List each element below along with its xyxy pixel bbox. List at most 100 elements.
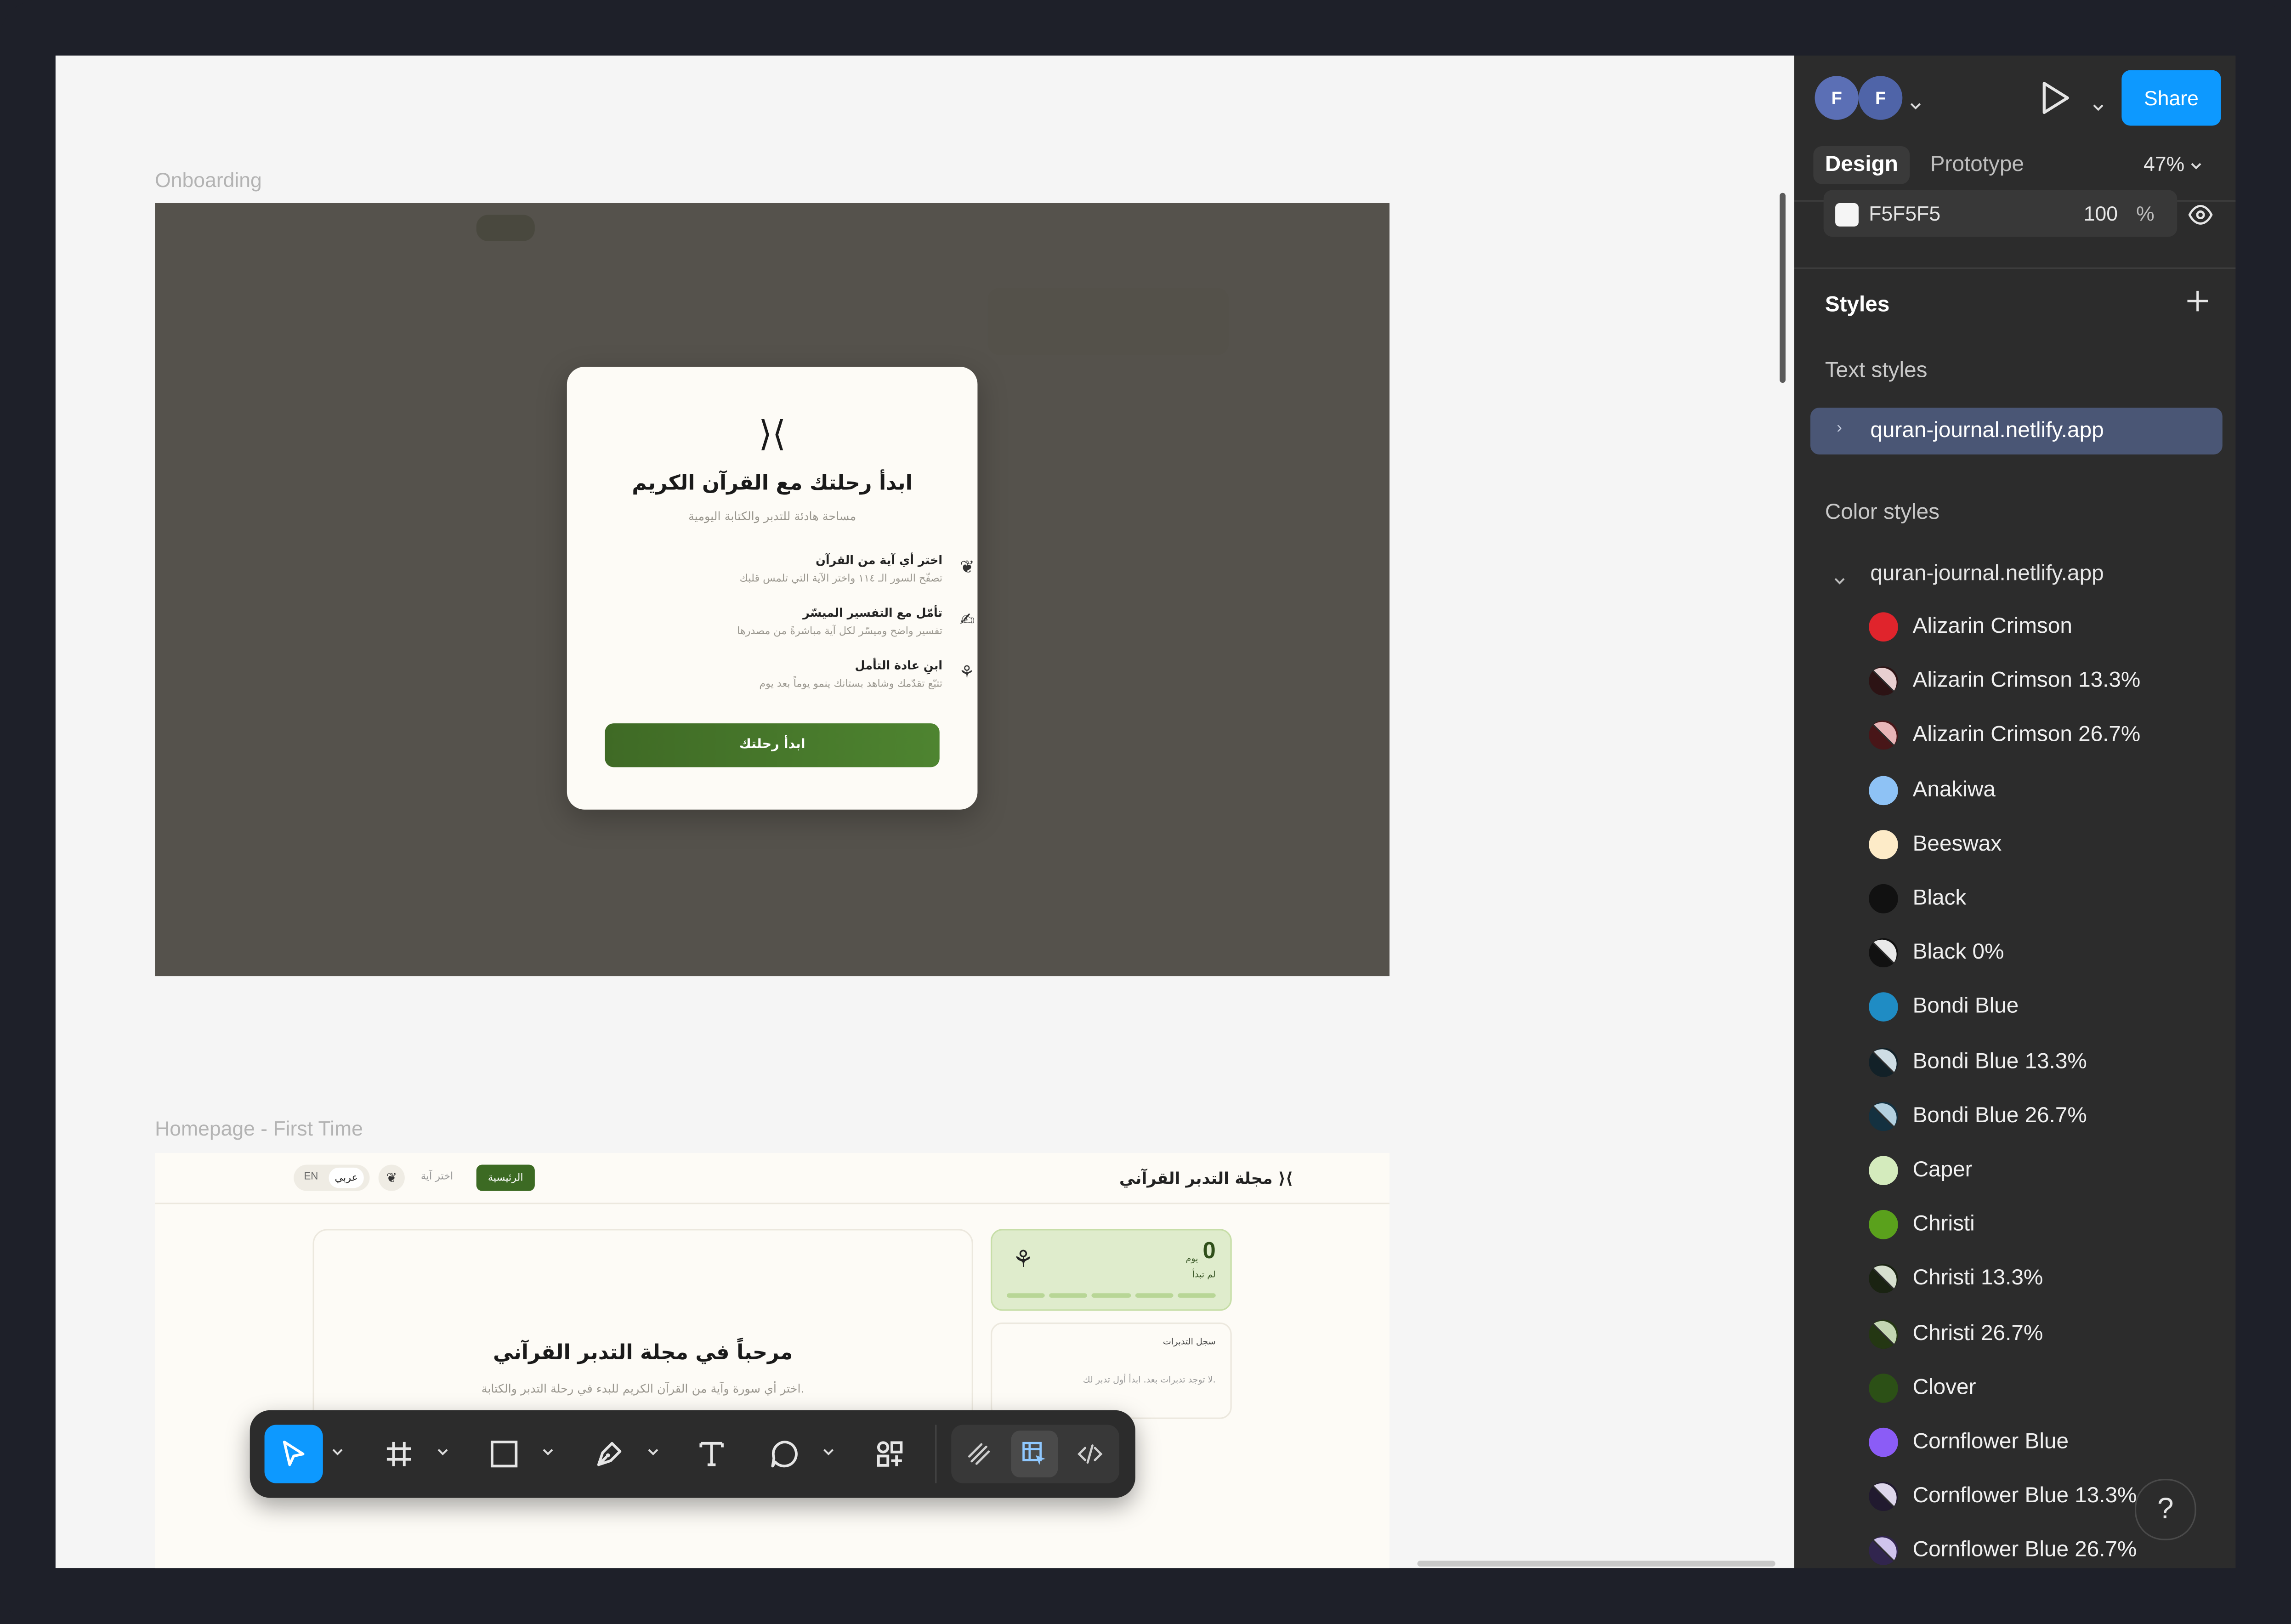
eye-icon[interactable] xyxy=(2186,202,2215,235)
color-style-library-name: quran-journal.netlify.app xyxy=(1870,561,2104,586)
chevron-down-icon[interactable] xyxy=(436,1445,450,1460)
canvas-vertical-scrollbar[interactable] xyxy=(1780,193,1786,383)
design-mode-icon[interactable] xyxy=(1011,1431,1058,1477)
start-journey-button[interactable]: ابدأ رحلتك xyxy=(605,723,940,767)
color-style-name: Alizarin Crimson xyxy=(1912,613,2072,639)
avatar[interactable]: F xyxy=(1858,76,1903,120)
frame-label-onboarding[interactable]: Onboarding xyxy=(155,168,262,192)
tab-design[interactable]: Design xyxy=(1813,146,1910,184)
welcome-subtitle: اختر أي سورة وآية من القرآن الكريم للبدء… xyxy=(481,1382,805,1396)
color-style-name: Caper xyxy=(1912,1157,1973,1182)
chevron-down-icon[interactable] xyxy=(330,1445,345,1460)
color-style-name: Alizarin Crimson 26.7% xyxy=(1912,722,2141,748)
avatar[interactable]: F xyxy=(1815,76,1859,120)
reflection-log-card: سجل التدبرات لا توجد تدبرات بعد. ابدأ أو… xyxy=(991,1322,1232,1419)
canvas-horizontal-scrollbar[interactable] xyxy=(1417,1561,1775,1567)
pen-tool-icon[interactable] xyxy=(580,1425,638,1483)
sprout-icon: ⚘ xyxy=(958,662,975,683)
frame-label-homepage[interactable]: Homepage - First Time xyxy=(155,1117,363,1140)
chevron-down-icon xyxy=(1834,567,1845,593)
figma-window: Onboarding ⟩⟨ ابدأ رحلتك مع القرآن الكري… xyxy=(0,0,2291,1624)
color-swatch xyxy=(1869,1427,1898,1457)
chevron-down-icon[interactable] xyxy=(1910,92,1921,118)
onboarding-modal: ⟩⟨ ابدأ رحلتك مع القرآن الكريم مساحة هاد… xyxy=(567,367,978,810)
leaf-icon: ❦ xyxy=(960,556,975,578)
present-play-icon[interactable] xyxy=(2040,80,2072,123)
color-style-name: Bondi Blue xyxy=(1912,994,2019,1019)
comment-tool-icon[interactable] xyxy=(755,1425,814,1483)
text-style-library-row[interactable]: › quran-journal.netlify.app xyxy=(1810,408,2223,454)
color-swatch xyxy=(1869,775,1898,805)
chevron-down-icon[interactable] xyxy=(541,1445,556,1460)
fill-opacity-unit: % xyxy=(2136,201,2155,225)
color-style-name: Christi 13.3% xyxy=(1912,1266,2043,1291)
leaf-icon[interactable]: ❦ xyxy=(378,1164,405,1191)
color-style-name: Cornflower Blue xyxy=(1912,1429,2069,1454)
tab-prototype[interactable]: Prototype xyxy=(1918,146,2036,184)
app-title: مجلة التدبر القرآني xyxy=(1119,1169,1273,1188)
language-toggle[interactable]: EN عربي xyxy=(294,1164,370,1191)
color-style-name: Bondi Blue 13.3% xyxy=(1912,1048,2087,1074)
text-style-library-name: quran-journal.netlify.app xyxy=(1870,418,2104,443)
streak-card: 0 يوم لم تبدأ ⚘ xyxy=(991,1229,1232,1311)
divider xyxy=(1794,267,2236,269)
streak-progress-bars xyxy=(1007,1293,1216,1298)
feature-title: اختر أي آية من القرآن xyxy=(816,554,943,567)
zoom-level[interactable]: 47% xyxy=(2144,152,2202,176)
styles-heading: Styles xyxy=(1825,292,1890,318)
add-style-icon[interactable] xyxy=(2186,290,2209,320)
color-swatch xyxy=(1869,666,1898,696)
color-style-name: Cornflower Blue 13.3% xyxy=(1912,1483,2137,1509)
color-swatch xyxy=(1869,993,1898,1022)
color-style-name: Black 0% xyxy=(1912,940,2004,965)
color-swatch xyxy=(1869,1319,1898,1348)
color-style-name: Beeswax xyxy=(1912,831,2002,856)
feature-desc: تفسير واضح وميسّر لكل آية مباشرةً من مصد… xyxy=(737,625,943,637)
sprout-icon: ⚘ xyxy=(1012,1248,1034,1273)
color-swatch xyxy=(1869,1102,1898,1131)
homepage-title: ⟩⟨ مجلة التدبر القرآني xyxy=(1119,1169,1293,1188)
color-styles-heading: Color styles xyxy=(1825,500,1940,525)
color-swatch xyxy=(1869,829,1898,859)
draw-mode-icon[interactable] xyxy=(956,1431,1003,1477)
share-button[interactable]: Share xyxy=(2121,70,2221,126)
color-style-name: Cornflower Blue 26.7% xyxy=(1912,1538,2137,1563)
color-style-name: Bondi Blue 26.7% xyxy=(1912,1103,2087,1128)
color-style-name: Alizarin Crimson 13.3% xyxy=(1912,668,2141,693)
homepage-header: ⟩⟨ مجلة التدبر القرآني الرئيسية اختر آية… xyxy=(155,1153,1390,1204)
rectangle-tool-icon[interactable] xyxy=(475,1425,533,1483)
chevron-down-icon xyxy=(2191,163,2201,170)
nav-pick-verse-link[interactable]: اختر آية xyxy=(421,1170,453,1182)
color-style-name: Christi 26.7% xyxy=(1912,1320,2043,1346)
feature-title: ابنِ عادة التأمل xyxy=(855,659,943,672)
fill-hex-input[interactable]: F5F5F5 xyxy=(1869,202,1940,225)
help-button[interactable]: ? xyxy=(2134,1479,2196,1540)
actions-tool-icon[interactable] xyxy=(861,1425,919,1483)
log-title: سجل التدبرات xyxy=(1163,1337,1216,1347)
text-tool-icon[interactable] xyxy=(682,1425,741,1483)
feature-item: ❦ اختر أي آية من القرآن تصفّح السور الـ … xyxy=(650,554,975,585)
feature-desc: تصفّح السور الـ ١١٤ واختر الآية التي تلم… xyxy=(739,573,943,585)
mode-switcher xyxy=(951,1425,1119,1483)
color-swatch xyxy=(1869,1210,1898,1240)
chevron-down-icon[interactable] xyxy=(821,1445,836,1460)
fill-swatch[interactable] xyxy=(1835,203,1859,227)
lang-en-option[interactable]: EN xyxy=(304,1172,318,1182)
design-canvas[interactable]: Onboarding ⟩⟨ ابدأ رحلتك مع القرآن الكري… xyxy=(55,55,1795,1568)
dev-mode-icon[interactable] xyxy=(1066,1431,1113,1477)
fill-opacity-input[interactable]: 100 xyxy=(2084,202,2118,225)
color-swatch xyxy=(1869,1047,1898,1077)
color-swatch xyxy=(1869,1373,1898,1403)
lang-ar-option[interactable]: عربي xyxy=(329,1167,364,1188)
streak-unit: يوم xyxy=(1185,1254,1198,1264)
nav-home-button[interactable]: الرئيسية xyxy=(476,1164,535,1191)
chevron-down-icon[interactable] xyxy=(646,1445,661,1460)
chevron-down-icon[interactable] xyxy=(2093,94,2104,120)
homepage-frame[interactable]: ⟩⟨ مجلة التدبر القرآني الرئيسية اختر آية… xyxy=(155,1153,1390,1568)
color-style-name: Clover xyxy=(1912,1374,1976,1400)
move-tool-icon[interactable] xyxy=(264,1425,323,1483)
color-style-name: Black xyxy=(1912,886,1967,911)
frame-tool-icon[interactable] xyxy=(370,1425,428,1483)
onboarding-frame[interactable]: ⟩⟨ ابدأ رحلتك مع القرآن الكريم مساحة هاد… xyxy=(155,203,1390,977)
welcome-title: مرحباً في مجلة التدبر القرآني xyxy=(493,1341,793,1365)
